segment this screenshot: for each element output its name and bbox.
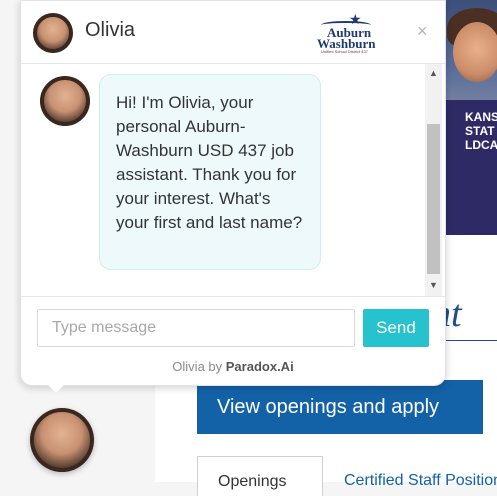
chat-header: Olivia ★ Auburn Washburn Unified School … [21, 1, 445, 64]
chat-widget: Olivia ★ Auburn Washburn Unified School … [20, 0, 446, 386]
certified-staff-link[interactable]: Certified Staff Positions [344, 472, 497, 490]
hero-photo: KANS STAT LDCA [443, 0, 497, 235]
message-composer: Send Olivia by Paradox.Ai [21, 296, 445, 386]
view-openings-button[interactable]: View openings and apply [197, 380, 483, 434]
agent-message-bubble: Hi! I'm Olivia, your personal Auburn-Was… [99, 74, 321, 270]
chat-launcher-avatar[interactable] [30, 408, 94, 472]
message-input[interactable] [37, 309, 355, 347]
message-avatar [40, 76, 90, 126]
close-icon[interactable]: × [417, 21, 428, 42]
message-scrollbar[interactable]: ▲ ▼ [425, 64, 442, 296]
scroll-up-icon[interactable]: ▲ [429, 68, 438, 78]
avatar-hair [30, 408, 94, 472]
logo-subtitle: Unified School District 437 [321, 49, 368, 54]
photo-shirt-text: KANS STAT LDCA [465, 110, 497, 152]
avatar-hair [40, 76, 90, 126]
photo-face [453, 22, 497, 82]
send-button[interactable]: Send [363, 309, 429, 347]
scroll-down-icon[interactable]: ▼ [429, 280, 438, 290]
avatar-hair [33, 13, 73, 53]
agent-avatar [33, 13, 73, 53]
powered-by-brand[interactable]: Paradox.Ai [226, 359, 294, 374]
powered-by-prefix: Olivia by [172, 359, 226, 374]
powered-by: Olivia by Paradox.Ai [21, 359, 445, 374]
chat-tail [46, 383, 66, 393]
agent-name: Olivia [85, 19, 136, 41]
scroll-thumb[interactable] [427, 124, 440, 274]
district-logo: ★ Auburn Washburn Unified School Distric… [317, 11, 376, 55]
tab-openings[interactable]: Openings [197, 456, 323, 496]
heading-underline [440, 340, 497, 341]
message-list[interactable]: Hi! I'm Olivia, your personal Auburn-Was… [21, 64, 445, 296]
